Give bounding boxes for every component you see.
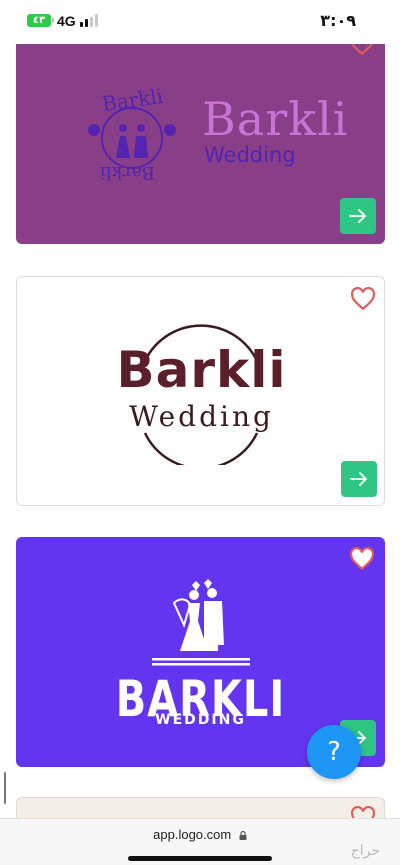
arrow-right-icon: [350, 472, 367, 486]
logo-seal-text-bottom: Barkli: [100, 162, 155, 183]
scroll-indicator: [4, 772, 6, 804]
home-indicator[interactable]: [128, 856, 272, 861]
open-logo-button[interactable]: [341, 461, 377, 497]
logo-name: Barkli: [202, 92, 349, 146]
logo-tagline: Wedding: [204, 143, 296, 167]
heart-outline-icon[interactable]: [350, 287, 376, 311]
signal-icon: [80, 14, 100, 27]
logo-tagline: Wedding: [129, 400, 274, 433]
battery-indicator: ٤٣: [27, 14, 54, 27]
logo-divider-lines: [152, 658, 250, 666]
logo-card[interactable]: Barkli Barkli Barkli Wedding: [16, 30, 385, 244]
help-button[interactable]: ?: [307, 725, 361, 779]
status-bar: ٤٣ 4G ٣:٠٩: [0, 0, 400, 44]
logo-card[interactable]: Barkli Wedding: [16, 276, 385, 506]
lock-icon: [239, 831, 247, 840]
arrow-right-icon: [349, 209, 366, 223]
browser-url-bar[interactable]: app.logo.com حراج: [0, 818, 400, 865]
network-type: 4G: [57, 13, 76, 29]
url-text: app.logo.com: [153, 827, 232, 842]
url-display[interactable]: app.logo.com: [0, 827, 400, 842]
screen: ٤٣ 4G ٣:٠٩ Barkli Barkli Barkli Wedding: [0, 0, 400, 865]
open-logo-button[interactable]: [340, 198, 376, 234]
heart-outline-icon[interactable]: [349, 547, 375, 571]
logo-name: Barkli: [116, 341, 287, 399]
watermark: حراج: [350, 843, 380, 859]
clock: ٣:٠٩: [320, 11, 356, 30]
bride-groom-icon: [172, 579, 224, 651]
